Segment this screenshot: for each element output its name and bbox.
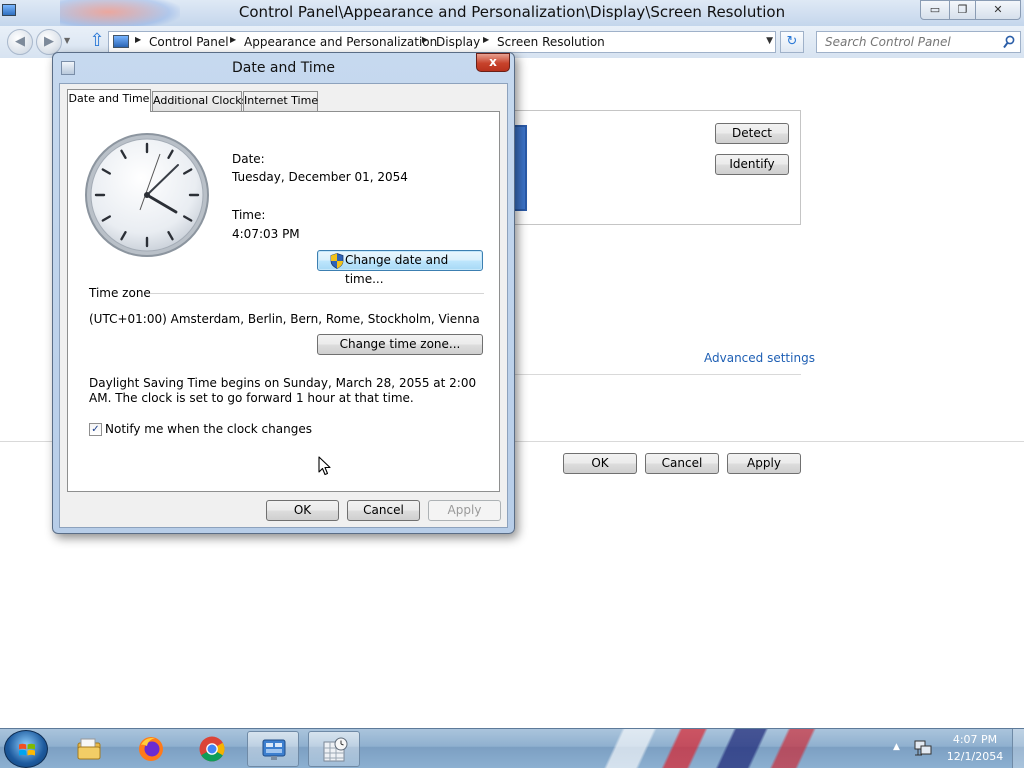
divider (510, 374, 801, 375)
chrome-icon (199, 736, 225, 762)
time-value: 4:07:03 PM (232, 227, 300, 241)
control-panel-icon (262, 739, 286, 760)
tab-page-date-and-time: Date: Tuesday, December 01, 2054 Time: 4… (67, 111, 500, 492)
firefox-icon (139, 737, 163, 761)
change-date-and-time-label: Change date and time... (345, 253, 449, 286)
advanced-settings-link[interactable]: Advanced settings (704, 351, 815, 365)
dialog-title: Date and Time (232, 60, 335, 76)
title-bar[interactable]: Control Panel\Appearance and Personaliza… (0, 0, 1024, 30)
notify-clock-change-checkbox[interactable]: ✓ (89, 423, 102, 436)
taskbar-clock-date[interactable]: 12/1/2054 (940, 750, 1010, 763)
breadcrumb-display[interactable]: Display (436, 35, 480, 49)
taskbar-firefox[interactable] (125, 731, 177, 767)
taskbar-chrome[interactable] (186, 731, 238, 767)
time-label: Time: (232, 208, 266, 222)
back-button[interactable]: ◀ (7, 29, 33, 55)
search-icon[interactable] (1003, 35, 1015, 49)
daylight-saving-info: Daylight Saving Time begins on Sunday, M… (89, 376, 477, 405)
restore-button[interactable]: ❐ (949, 0, 976, 20)
breadcrumb-control-panel[interactable]: Control Panel (149, 35, 229, 49)
change-date-and-time-button[interactable]: Change date and time... (317, 250, 483, 286)
dialog-ok-button[interactable]: OK (266, 500, 339, 521)
analog-clock-icon (85, 133, 209, 257)
show-desktop-button[interactable] (1012, 729, 1024, 768)
breadcrumb-screen-resolution[interactable]: Screen Resolution (497, 35, 605, 49)
refresh-button[interactable]: ↻ (780, 31, 804, 53)
up-arrow-icon[interactable]: ⇧ (86, 30, 108, 52)
time-zone-header: Time zone (89, 286, 151, 300)
tab-additional-clocks[interactable]: Additional Clocks (152, 91, 247, 111)
dialog-cancel-button[interactable]: Cancel (347, 500, 420, 521)
uac-shield-icon (330, 253, 344, 269)
detect-button[interactable]: Detect (715, 123, 789, 144)
taskbar-date-time[interactable] (308, 731, 360, 767)
dialog-close-button[interactable]: x (476, 53, 510, 72)
windows-logo-icon (19, 743, 35, 756)
breadcrumb-chevron-icon[interactable]: ▶ (422, 35, 428, 44)
show-hidden-icons-icon[interactable]: ▲ (893, 742, 900, 752)
apply-button[interactable]: Apply (727, 453, 801, 474)
date-time-dialog: Date and Time x Date and Time Additional… (52, 52, 515, 534)
dialog-apply-button[interactable]: Apply (428, 500, 501, 521)
ok-button[interactable]: OK (563, 453, 637, 474)
windows-explorer-icon (77, 738, 101, 760)
divider (150, 293, 484, 294)
taskbar-control-panel[interactable] (247, 731, 299, 767)
time-zone-value: (UTC+01:00) Amsterdam, Berlin, Bern, Rom… (89, 312, 480, 326)
date-label: Date: (232, 152, 265, 166)
breadcrumb-appearance[interactable]: Appearance and Personalization (244, 35, 437, 49)
identify-button[interactable]: Identify (715, 154, 789, 175)
breadcrumb-chevron-icon[interactable]: ▶ (483, 35, 489, 44)
dialog-body: Date and Time Additional Clocks Internet… (59, 83, 508, 528)
mouse-pointer-icon (318, 456, 331, 476)
change-time-zone-button[interactable]: Change time zone... (317, 334, 483, 355)
breadcrumb-chevron-icon[interactable]: ▶ (135, 35, 141, 44)
breadcrumb-chevron-icon[interactable]: ▶ (230, 35, 236, 44)
close-window-button[interactable]: ✕ (975, 0, 1021, 20)
notify-clock-change-label[interactable]: Notify me when the clock changes (105, 422, 312, 436)
network-icon[interactable] (914, 739, 932, 757)
search-input[interactable] (817, 32, 997, 52)
taskbar-windows-explorer[interactable] (63, 731, 115, 767)
recent-pages-dropdown-icon[interactable]: ▼ (64, 36, 70, 45)
taskbar-clock-time[interactable]: 4:07 PM (940, 733, 1010, 746)
date-value: Tuesday, December 01, 2054 (232, 170, 408, 184)
tab-date-and-time[interactable]: Date and Time (67, 89, 151, 112)
address-bar[interactable]: ▶ Control Panel ▶ Appearance and Persona… (108, 31, 776, 53)
address-dropdown-icon[interactable]: ▼ (766, 36, 773, 46)
cancel-button[interactable]: Cancel (645, 453, 719, 474)
taskbar: ▲ 4:07 PM 12/1/2054 (0, 728, 1024, 768)
start-button[interactable] (4, 730, 48, 768)
wallpaper-flag-stripes (590, 729, 890, 768)
control-panel-icon (113, 35, 129, 48)
search-box[interactable] (816, 31, 1021, 53)
minimize-button[interactable]: ▭ (920, 0, 950, 20)
window-title: Control Panel\Appearance and Personaliza… (238, 3, 786, 21)
date-time-icon (323, 737, 348, 762)
tab-internet-time[interactable]: Internet Time (243, 91, 318, 111)
